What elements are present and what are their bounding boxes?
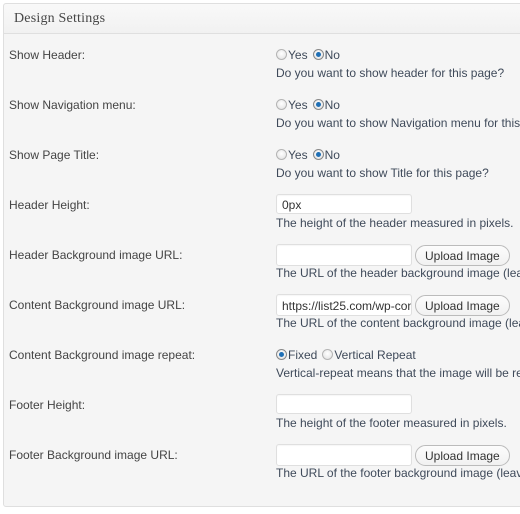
settings-row-show-header: Show Header: Yes No Do you want to show hea… [4,42,520,92]
row-control-content-background-image-url: https://list25.com/wp-content/uploads/bg… [276,294,520,316]
settings-row-content-background-image-repeat: Content Background image repeat: Fixed Ver… [4,342,520,392]
row-label-header-background-image-url: Header Background image URL: [9,248,183,262]
row-control-show-page-title: Yes No [276,144,520,162]
upload-image-button[interactable]: Upload Image [415,444,510,466]
row-description-header-height: The height of the header measured in pix… [276,216,514,230]
radio-group-content-background-image-repeat: Fixed Vertical Repeat [276,344,421,362]
settings-row-show-navigation-menu: Show Navigation menu: Yes No Do you want to… [4,92,520,142]
row-description-header-background-image-url: The URL of the header background image (… [276,266,520,280]
row-description-content-background-image-url: The URL of the content background image … [276,316,520,330]
radio-option-label: Yes [288,98,308,113]
radio-button-icon[interactable] [276,49,287,61]
radio-option-yes[interactable]: Yes [276,147,308,162]
row-control-show-navigation-menu: Yes No [276,94,520,112]
page-title: Design Settings [14,11,106,26]
row-description-content-background-image-repeat: Vertical-repeat means that the image wil… [276,366,520,380]
row-control-content-background-image-repeat: Fixed Vertical Repeat [276,344,520,362]
radio-option-no[interactable]: No [312,97,340,113]
upload-image-button[interactable]: Upload Image [415,244,510,266]
metabox-header: Design Settings [4,4,520,34]
radio-group-show-page-title: Yes No [276,144,345,162]
input-footer-background-image-url[interactable] [276,444,412,466]
input-header-height[interactable]: 0px [276,194,412,214]
radio-option-label: Vertical Repeat [334,348,416,363]
row-label-show-page-title: Show Page Title: [9,148,100,162]
radio-button-icon[interactable] [322,349,334,361]
row-label-header-height: Header Height: [9,198,90,212]
settings-row-footer-background-image-url: Footer Background image URL: Upload Image… [4,442,520,492]
row-description-show-page-title: Do you want to show Title for this page? [276,166,489,180]
radio-button-icon[interactable] [312,99,324,111]
row-label-show-navigation-menu: Show Navigation menu: [9,98,136,112]
radio-button-icon[interactable] [312,149,324,161]
row-label-content-background-image-repeat: Content Background image repeat: [9,348,196,362]
radio-option-label: No [324,48,340,63]
radio-button-icon[interactable] [276,99,287,111]
settings-row-header-height: Header Height: 0px The height of the heade… [4,192,520,242]
settings-row-show-page-title: Show Page Title: Yes No Do you want to show… [4,142,520,192]
radio-option-label: No [324,98,340,113]
metabox-body: Show Header: Yes No Do you want to show hea… [4,34,520,506]
input-footer-height[interactable] [276,394,412,414]
radio-button-icon[interactable] [312,49,324,61]
radio-button-icon[interactable] [276,349,287,361]
row-control-show-header: Yes No [276,44,520,62]
radio-option-no[interactable]: No [312,147,340,163]
radio-option-label: Yes [288,148,308,163]
row-label-footer-background-image-url: Footer Background image URL: [9,448,178,462]
input-content-background-image-url[interactable]: https://list25.com/wp-content/uploads/bg… [276,294,412,316]
radio-option-yes[interactable]: Yes [276,97,308,112]
radio-option-vertical-repeat[interactable]: Vertical Repeat [322,347,416,363]
radio-option-label: Yes [288,48,308,63]
radio-button-icon[interactable] [276,149,287,161]
settings-row-header-background-image-url: Header Background image URL: Upload Image… [4,242,520,292]
radio-option-fixed[interactable]: Fixed [276,347,317,362]
row-label-footer-height: Footer Height: [9,398,86,412]
radio-option-no[interactable]: No [312,47,340,63]
input-header-background-image-url[interactable] [276,244,412,266]
design-settings-metabox: Design Settings Show Header: Yes No Do you … [3,3,520,507]
radio-group-show-header: Yes No [276,44,345,62]
radio-option-yes[interactable]: Yes [276,47,308,62]
row-description-show-navigation-menu: Do you want to show Navigation menu for … [276,116,520,130]
row-description-show-header: Do you want to show header for this page… [276,66,505,80]
row-label-content-background-image-url: Content Background image URL: [9,298,186,312]
row-control-footer-height [276,394,520,414]
settings-row-footer-height: Footer Height: The height of the footer m… [4,392,520,442]
settings-row-content-background-image-url: Content Background image URL: https://lis… [4,292,520,342]
radio-option-label: No [324,148,340,163]
row-label-show-header: Show Header: [9,48,86,62]
row-control-footer-background-image-url: Upload Image [276,444,520,466]
row-description-footer-height: The height of the footer measured in pix… [276,416,507,430]
design-settings-page: Design Settings Show Header: Yes No Do you … [0,0,520,514]
radio-group-show-navigation-menu: Yes No [276,94,345,112]
upload-image-button[interactable]: Upload Image [415,294,510,316]
row-control-header-background-image-url: Upload Image [276,244,520,266]
row-description-footer-background-image-url: The URL of the footer background image (… [276,466,520,480]
row-control-header-height: 0px [276,194,520,214]
radio-option-label: Fixed [288,348,318,363]
